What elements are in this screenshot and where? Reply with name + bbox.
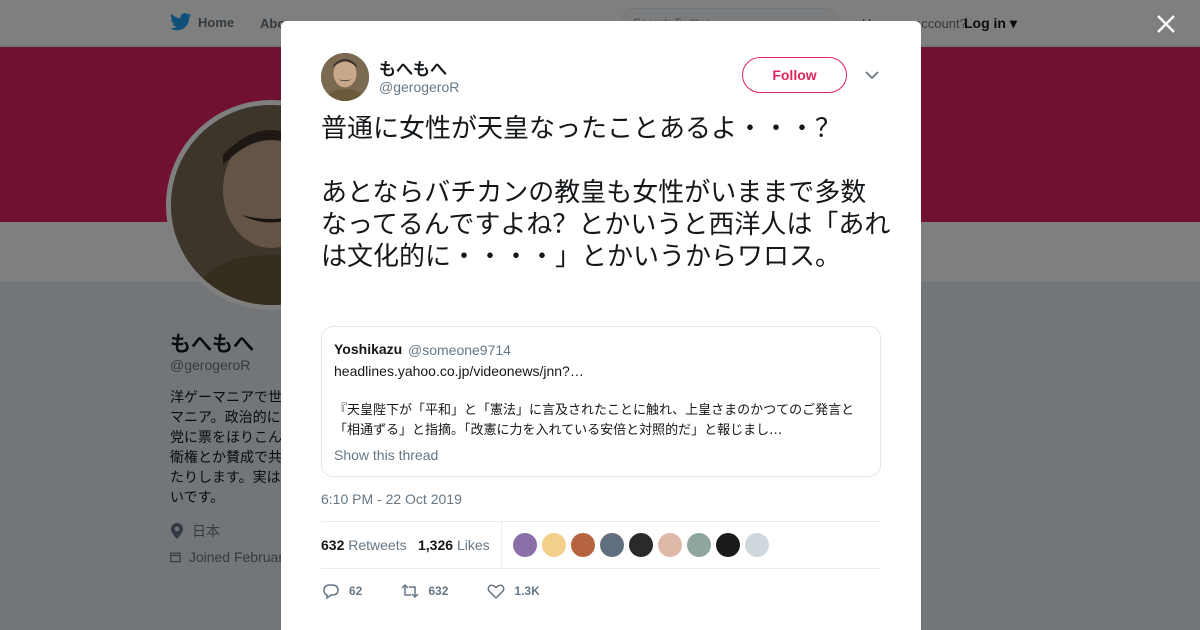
retweet-icon bbox=[401, 583, 419, 599]
close-icon[interactable] bbox=[1152, 10, 1180, 38]
liker-avatars bbox=[513, 533, 769, 557]
tweet-stats: 632 Retweets 1,326 Likes bbox=[321, 521, 881, 569]
follow-button[interactable]: Follow bbox=[742, 57, 847, 93]
retweets-stat[interactable]: 632 Retweets bbox=[321, 537, 407, 553]
quoted-tweet[interactable]: Yoshikazu @someone9714 headlines.yahoo.c… bbox=[321, 326, 881, 477]
retweet-count: 632 bbox=[428, 584, 449, 598]
liker-avatar[interactable] bbox=[716, 533, 740, 557]
tweet-author-handle[interactable]: @gerogeroR bbox=[379, 79, 459, 95]
liker-avatar[interactable] bbox=[658, 533, 682, 557]
reply-icon bbox=[323, 584, 339, 600]
likes-label: Likes bbox=[456, 537, 490, 553]
like-button[interactable]: 1.3K bbox=[486, 581, 540, 601]
tweet-author-name[interactable]: もへもへ bbox=[379, 55, 447, 80]
retweet-button[interactable]: 632 bbox=[400, 581, 448, 601]
likes-stat[interactable]: 1,326 Likes bbox=[418, 537, 490, 553]
portrait-icon bbox=[321, 53, 369, 101]
reply-count: 62 bbox=[349, 584, 363, 598]
tweet-actions: 62 632 1.3K bbox=[321, 581, 578, 601]
reply-button[interactable]: 62 bbox=[321, 581, 362, 601]
quoted-author-name: Yoshikazu bbox=[334, 341, 403, 357]
show-thread-link[interactable]: Show this thread bbox=[334, 447, 438, 463]
quoted-text: 『天皇陛下が「平和」と「憲法」に言及されたことに触れ、上皇さまのかつてのご発言と… bbox=[334, 403, 855, 438]
liker-avatar[interactable] bbox=[745, 533, 769, 557]
retweets-label: Retweets bbox=[348, 537, 407, 553]
tweet-modal: もへもへ @gerogeroR Follow 普通に女性が天皇なったことあるよ・… bbox=[281, 21, 921, 630]
tweet-author-avatar[interactable] bbox=[321, 53, 369, 101]
liker-avatar[interactable] bbox=[600, 533, 624, 557]
liker-avatar[interactable] bbox=[513, 533, 537, 557]
liker-avatar[interactable] bbox=[542, 533, 566, 557]
chevron-down-icon[interactable] bbox=[864, 68, 880, 82]
liker-avatar[interactable] bbox=[571, 533, 595, 557]
retweets-count: 632 bbox=[321, 537, 345, 553]
stats-divider bbox=[501, 522, 502, 569]
liker-avatar[interactable] bbox=[629, 533, 653, 557]
heart-icon bbox=[487, 584, 505, 600]
quoted-link[interactable]: headlines.yahoo.co.jp/videonews/jnn?… bbox=[334, 363, 584, 379]
like-count: 1.3K bbox=[514, 584, 540, 598]
tweet-timestamp[interactable]: 6:10 PM - 22 Oct 2019 bbox=[321, 491, 462, 507]
likes-count: 1,326 bbox=[418, 537, 454, 553]
quoted-author-handle: @someone9714 bbox=[408, 342, 511, 358]
liker-avatar[interactable] bbox=[687, 533, 711, 557]
tweet-text: 普通に女性が天皇なったことあるよ・・・？ あとならバチカンの教皇も女性がいままで… bbox=[321, 114, 891, 272]
